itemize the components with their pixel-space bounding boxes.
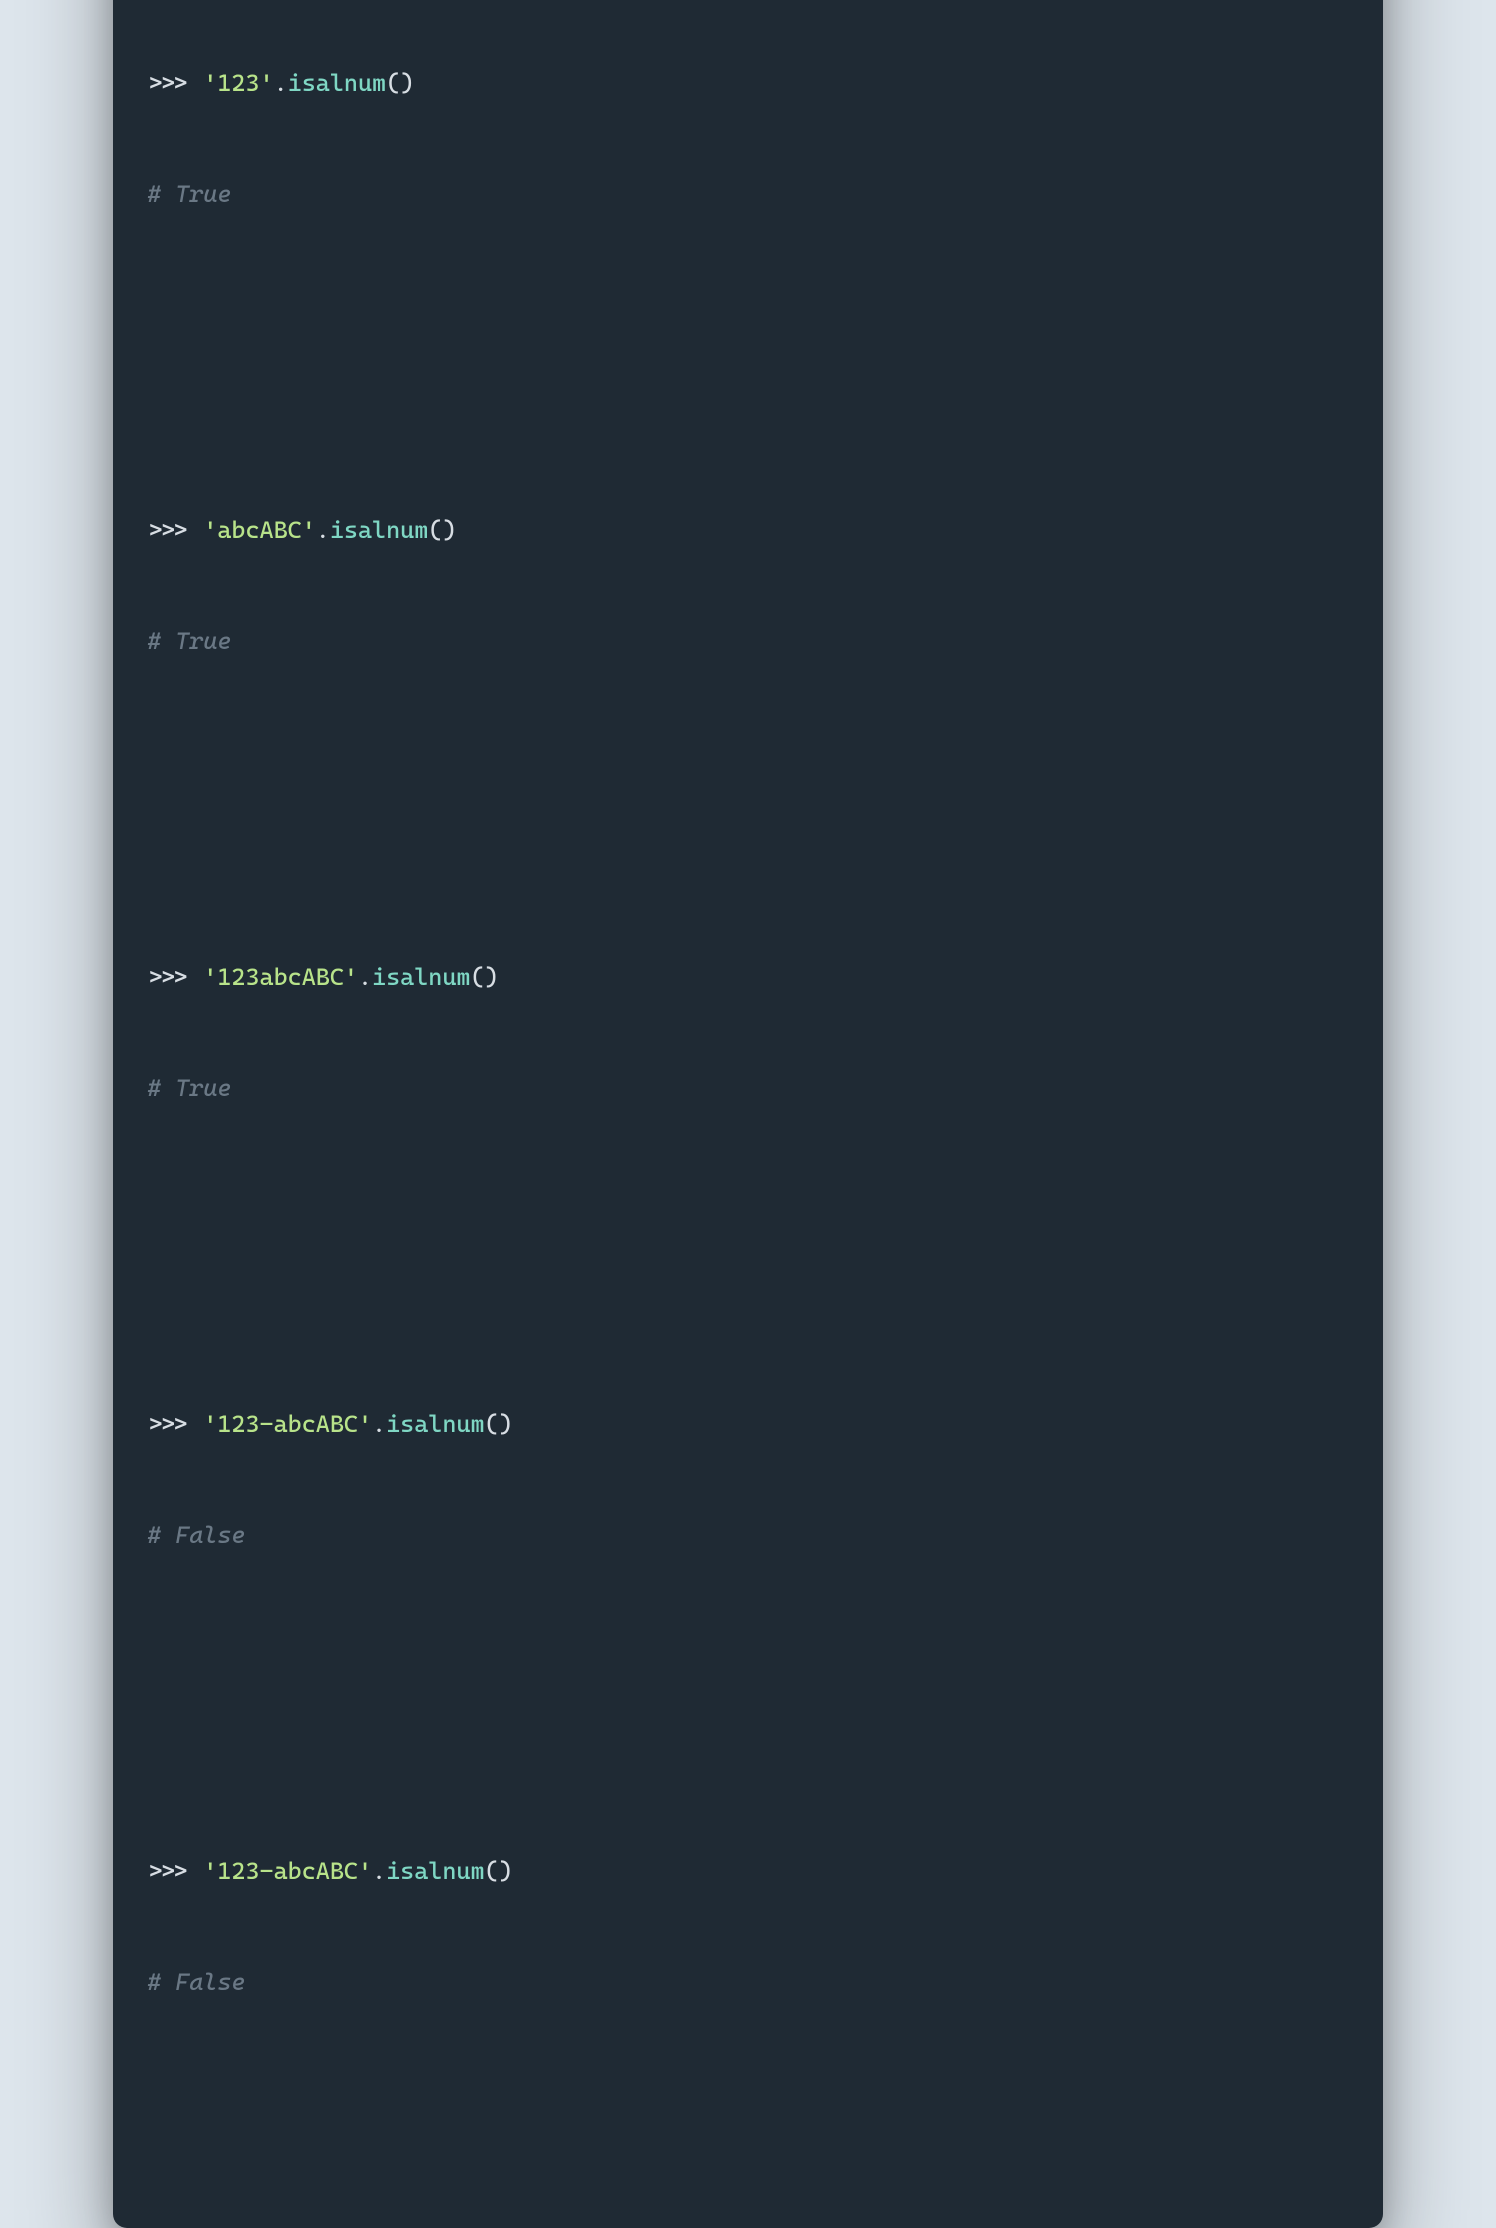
code-block: >>> '123-abcABC'.isalnum() # False [147, 1778, 1349, 2076]
comment-line: # True [147, 623, 1349, 660]
code-line: >>> '123-abcABC'.isalnum() [147, 1853, 1349, 1890]
parentheses: () [470, 963, 498, 991]
code-content: >>> ''.isalnum() # False >>> ' '.isalnum… [147, 0, 1349, 2188]
parentheses: () [386, 69, 414, 97]
dot-operator: . [274, 69, 288, 97]
method-name: isalnum [372, 963, 470, 991]
dot-operator: . [372, 1410, 386, 1438]
repl-prompt: >>> [147, 69, 203, 97]
repl-prompt: >>> [147, 1410, 203, 1438]
string-literal: '123-abcABC' [203, 1857, 372, 1885]
code-line: >>> '123abcABC'.isalnum() [147, 959, 1349, 996]
method-name: isalnum [386, 1857, 484, 1885]
repl-prompt: >>> [147, 516, 203, 544]
parentheses: () [485, 1857, 513, 1885]
code-block: >>> '123-abcABC'.isalnum() # False [147, 1331, 1349, 1629]
code-line: >>> 'abcABC'.isalnum() [147, 512, 1349, 549]
terminal-window: >>> ''.isalnum() # False >>> ' '.isalnum… [113, 0, 1383, 2228]
parentheses: () [485, 1410, 513, 1438]
method-name: isalnum [330, 516, 428, 544]
code-line: >>> '123-abcABC'.isalnum() [147, 1406, 1349, 1443]
comment-line: # False [147, 1517, 1349, 1554]
string-literal: '123' [203, 69, 273, 97]
code-block: >>> '123'.isalnum() # True [147, 0, 1349, 288]
comment-line: # True [147, 1070, 1349, 1107]
dot-operator: . [358, 963, 372, 991]
code-block: >>> '123abcABC'.isalnum() # True [147, 884, 1349, 1182]
parentheses: () [428, 516, 456, 544]
string-literal: '123abcABC' [203, 963, 358, 991]
string-literal: '123-abcABC' [203, 1410, 372, 1438]
method-name: isalnum [386, 1410, 484, 1438]
string-literal: 'abcABC' [203, 516, 316, 544]
method-name: isalnum [288, 69, 386, 97]
code-block: >>> 'abcABC'.isalnum() # True [147, 437, 1349, 735]
comment-line: # False [147, 1964, 1349, 2001]
repl-prompt: >>> [147, 963, 203, 991]
comment-line: # True [147, 176, 1349, 213]
repl-prompt: >>> [147, 1857, 203, 1885]
dot-operator: . [316, 516, 330, 544]
dot-operator: . [372, 1857, 386, 1885]
code-line: >>> '123'.isalnum() [147, 65, 1349, 102]
